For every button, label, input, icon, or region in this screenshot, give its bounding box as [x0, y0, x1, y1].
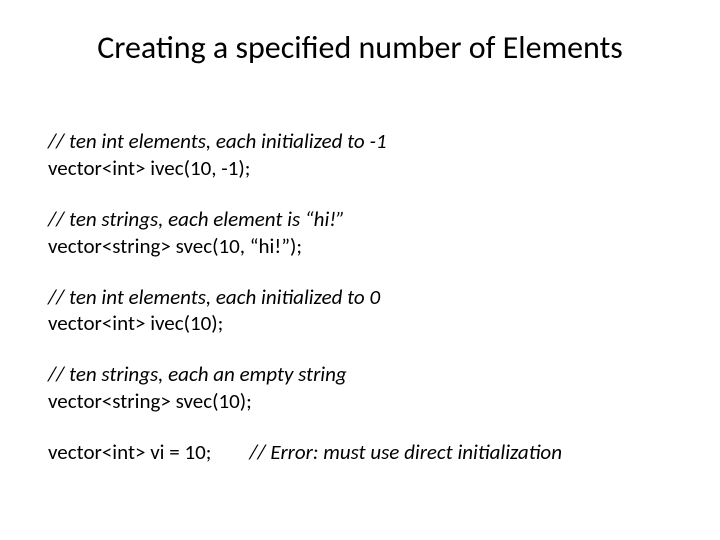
code-comment: // ten strings, each element is “hi!” — [48, 206, 672, 233]
slide-body: // ten int elements, each initialized to… — [48, 128, 672, 490]
code-line: vector<int> vi = 10; — [48, 439, 211, 466]
example-block: vector<int> vi = 10; // Error: must use … — [48, 439, 672, 466]
example-block: // ten int elements, each initialized to… — [48, 284, 672, 338]
code-line: vector<string> svec(10); — [48, 388, 672, 415]
code-line: vector<int> ivec(10, -1); — [48, 155, 672, 182]
code-comment: // ten strings, each an empty string — [48, 361, 672, 388]
code-comment: // ten int elements, each initialized to… — [48, 128, 672, 155]
code-line: vector<string> svec(10, “hi!”); — [48, 233, 672, 260]
slide: Creating a specified number of Elements … — [0, 0, 720, 540]
code-line: vector<int> ivec(10); — [48, 310, 672, 337]
slide-title: Creating a specified number of Elements — [0, 28, 720, 67]
code-comment: // ten int elements, each initialized to… — [48, 284, 672, 311]
example-block: // ten strings, each element is “hi!” ve… — [48, 206, 672, 260]
example-block: // ten strings, each an empty string vec… — [48, 361, 672, 415]
code-comment: // Error: must use direct initialization — [249, 439, 562, 466]
example-block: // ten int elements, each initialized to… — [48, 128, 672, 182]
